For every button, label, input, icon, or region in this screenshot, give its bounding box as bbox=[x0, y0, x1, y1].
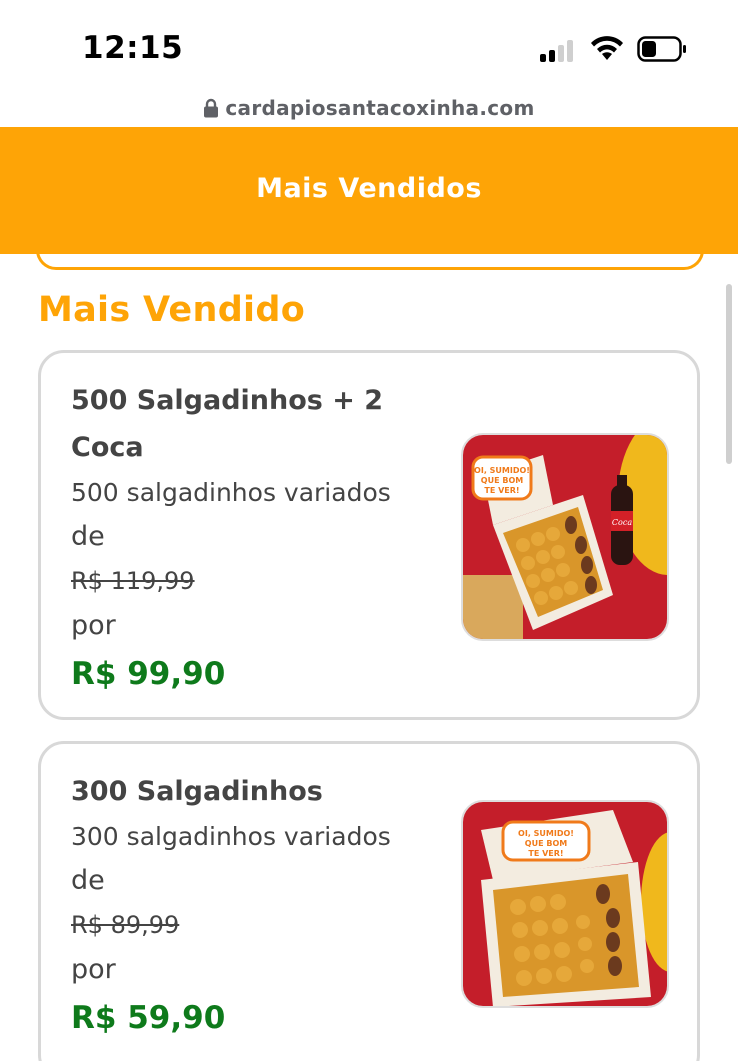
product-price: R$ 59,90 bbox=[71, 1000, 226, 1036]
price-from-label: de bbox=[71, 521, 105, 552]
price-from-label: de bbox=[71, 865, 105, 896]
price-by-label: por bbox=[71, 610, 116, 641]
scrollbar[interactable] bbox=[726, 284, 732, 464]
cellular-signal-icon bbox=[540, 38, 578, 62]
section-title: Mais Vendido bbox=[38, 290, 306, 330]
product-title: 500 Salgadinhos + 2 Coca bbox=[71, 385, 384, 463]
address-bar[interactable]: cardapiosantacoxinha.com bbox=[0, 88, 738, 128]
product-description: 500 salgadinhos variados bbox=[71, 478, 391, 507]
product-description: 300 salgadinhos variados bbox=[71, 822, 391, 851]
old-price: R$ 89,99 bbox=[71, 911, 180, 939]
svg-text:QUE BOM: QUE BOM bbox=[481, 476, 523, 485]
salgadinhos-box-with-coke-image[interactable]: OI, SUMIDO! QUE BOM TE VER! Coca bbox=[461, 433, 669, 641]
svg-text:Coca: Coca bbox=[612, 518, 632, 527]
status-clock: 12:15 bbox=[82, 30, 184, 66]
url-text: cardapiosantacoxinha.com bbox=[225, 96, 535, 120]
svg-text:QUE BOM: QUE BOM bbox=[525, 839, 567, 848]
old-price: R$ 119,99 bbox=[71, 567, 195, 595]
battery-icon bbox=[637, 36, 687, 62]
previous-section-box bbox=[36, 230, 704, 270]
product-card[interactable]: 500 Salgadinhos + 2 Coca 500 salgadinhos… bbox=[38, 350, 700, 720]
svg-text:OI, SUMIDO!: OI, SUMIDO! bbox=[474, 466, 530, 475]
page-header-title: Mais Vendidos bbox=[256, 173, 482, 204]
status-bar: 12:15 bbox=[0, 0, 738, 88]
product-title: 300 Salgadinhos bbox=[71, 776, 323, 807]
lock-icon bbox=[203, 98, 219, 118]
product-price: R$ 99,90 bbox=[71, 656, 226, 692]
svg-text:TE VER!: TE VER! bbox=[528, 849, 563, 858]
wifi-icon bbox=[589, 34, 625, 62]
svg-text:TE VER!: TE VER! bbox=[484, 486, 519, 495]
svg-text:OI, SUMIDO!: OI, SUMIDO! bbox=[518, 829, 574, 838]
salgadinhos-box-image[interactable]: OI, SUMIDO! QUE BOM TE VER! bbox=[461, 800, 669, 1008]
price-by-label: por bbox=[71, 954, 116, 985]
product-card[interactable]: 300 Salgadinhos 300 salgadinhos variados… bbox=[38, 741, 700, 1061]
